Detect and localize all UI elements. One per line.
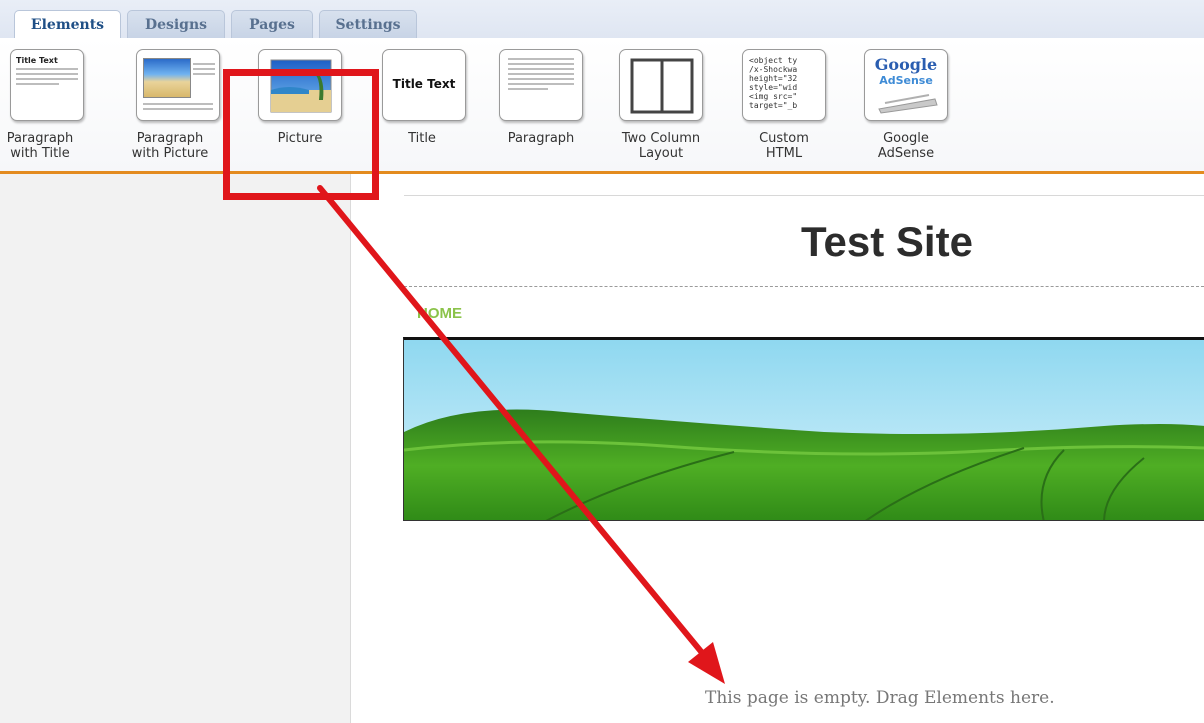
element-label: Paragraph with Title bbox=[6, 131, 74, 161]
paragraph-icon bbox=[499, 49, 583, 121]
element-custom-html[interactable]: <object ty /x-Shockwa height="32 style="… bbox=[734, 49, 834, 169]
tab-bar: Elements Designs Pages Settings bbox=[0, 0, 1204, 39]
element-label: Google AdSense bbox=[877, 131, 935, 161]
tab-elements[interactable]: Elements bbox=[14, 10, 121, 39]
element-label: Paragraph with Picture bbox=[131, 131, 209, 161]
site-builder-window: Elements Designs Pages Settings Title Te… bbox=[0, 0, 1204, 723]
element-label: Two Column Layout bbox=[621, 131, 701, 161]
element-paragraph[interactable]: Paragraph bbox=[491, 49, 591, 169]
thumb-title-text: Title Text bbox=[16, 56, 58, 65]
dotted-divider bbox=[404, 286, 1204, 287]
page-canvas[interactable]: Test Site HOME This page is empty. Drag … bbox=[351, 174, 1204, 723]
two-column-layout-icon bbox=[619, 49, 703, 121]
nav-home-link[interactable]: HOME bbox=[417, 305, 462, 322]
paragraph-with-picture-icon bbox=[136, 49, 220, 121]
thumb-title-text: Title Text bbox=[392, 77, 456, 91]
elements-toolbar: Title Text Paragraph with Title Paragrap… bbox=[0, 38, 1204, 200]
element-label: Title bbox=[408, 131, 436, 146]
header-banner-image bbox=[403, 337, 1204, 521]
left-sidebar bbox=[0, 174, 351, 723]
site-title[interactable]: Test Site bbox=[801, 218, 973, 266]
paragraph-with-title-icon: Title Text bbox=[10, 49, 84, 121]
element-google-adsense[interactable]: Google AdSense Google AdSense bbox=[856, 49, 956, 169]
highlight-box bbox=[223, 69, 379, 200]
element-paragraph-with-picture[interactable]: Paragraph with Picture bbox=[120, 49, 220, 169]
element-label: Custom HTML bbox=[759, 131, 809, 161]
tab-settings[interactable]: Settings bbox=[319, 10, 417, 38]
element-paragraph-with-title[interactable]: Title Text Paragraph with Title bbox=[0, 49, 90, 169]
thumb-brand: Google bbox=[874, 55, 938, 74]
tab-pages[interactable]: Pages bbox=[231, 10, 313, 38]
element-label: Paragraph bbox=[507, 131, 575, 146]
element-two-column-layout[interactable]: Two Column Layout bbox=[611, 49, 711, 169]
divider bbox=[404, 195, 1204, 196]
element-title[interactable]: Title Text Title bbox=[372, 49, 472, 169]
google-adsense-icon: Google AdSense bbox=[864, 49, 948, 121]
empty-page-message: This page is empty. Drag Elements here. bbox=[705, 688, 1055, 708]
thumb-sub: AdSense bbox=[879, 74, 933, 87]
thumb-code: <object ty /x-Shockwa height="32 style="… bbox=[749, 56, 798, 110]
tab-designs[interactable]: Designs bbox=[127, 10, 225, 38]
title-icon: Title Text bbox=[382, 49, 466, 121]
custom-html-icon: <object ty /x-Shockwa height="32 style="… bbox=[742, 49, 826, 121]
